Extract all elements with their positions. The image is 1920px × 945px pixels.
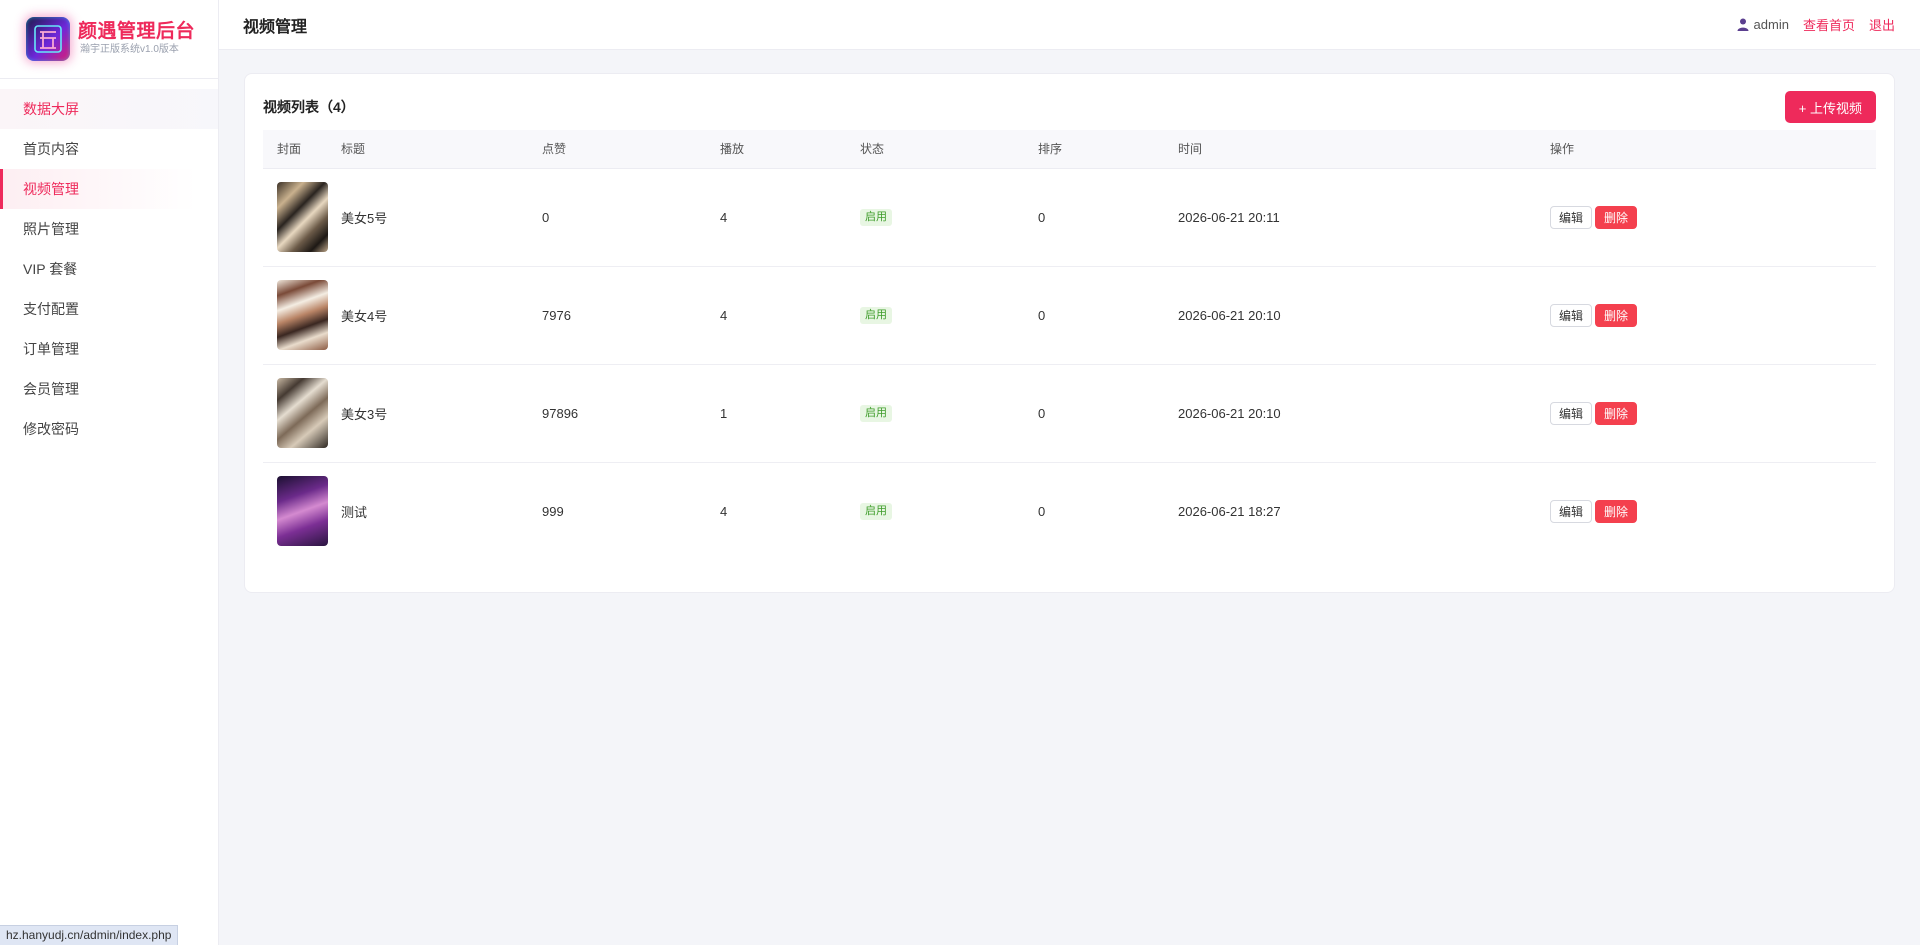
sidebar-item-orders[interactable]: 订单管理 <box>0 329 218 369</box>
video-cover-thumbnail[interactable] <box>277 280 328 350</box>
col-actions: 操作 <box>1550 130 1876 169</box>
sidebar-item-change-password[interactable]: 修改密码 <box>0 409 218 449</box>
col-time: 时间 <box>1178 130 1550 169</box>
table-row: 美女3号 97896 1 启用 0 2026-06-21 20:10 编辑 删除 <box>263 364 1876 463</box>
sidebar-item-videos[interactable]: 视频管理 <box>0 169 218 209</box>
status-badge: 启用 <box>860 307 892 324</box>
user-icon <box>1737 18 1749 31</box>
sidebar: 颜遇管理后台 瀚宇正版系统v1.0版本 数据大屏 首页内容 视频管理 照片管理 … <box>0 0 219 945</box>
video-time: 2026-06-21 20:10 <box>1178 266 1550 365</box>
video-sort: 0 <box>1038 503 1046 519</box>
username: admin <box>1753 17 1789 32</box>
main-area: 视频管理 admin 查看首页 退出 视频列表（4） + 上传视频 封面 标题 … <box>219 0 1920 945</box>
topbar-actions: admin 查看首页 退出 <box>1737 15 1895 34</box>
delete-button[interactable]: 删除 <box>1595 205 1638 229</box>
video-title: 美女5号 <box>341 168 542 267</box>
video-time: 2026-06-21 20:10 <box>1178 364 1550 463</box>
topbar: 视频管理 admin 查看首页 退出 <box>219 0 1920 50</box>
delete-button[interactable]: 删除 <box>1595 401 1638 425</box>
table-body: 美女5号 0 4 启用 0 2026-06-21 20:11 编辑 删除 美女4… <box>263 168 1876 560</box>
card-header: 视频列表（4） + 上传视频 <box>263 90 1876 124</box>
edit-button[interactable]: 编辑 <box>1550 401 1593 425</box>
video-title: 美女3号 <box>341 364 542 463</box>
brand-subtitle: 瀚宇正版系统v1.0版本 <box>80 44 179 55</box>
app-root: 颜遇管理后台 瀚宇正版系统v1.0版本 数据大屏 首页内容 视频管理 照片管理 … <box>0 0 1920 945</box>
video-plays: 4 <box>720 266 860 365</box>
video-plays: 1 <box>720 364 860 463</box>
sidebar-item-home-content[interactable]: 首页内容 <box>0 129 218 169</box>
video-sort: 0 <box>1038 266 1178 365</box>
status-badge: 启用 <box>860 503 892 521</box>
video-plays: 4 <box>720 168 860 267</box>
col-plays: 播放 <box>720 130 860 169</box>
video-time: 2026-06-21 18:27 <box>1178 503 1281 519</box>
table-row: 美女5号 0 4 启用 0 2026-06-21 20:11 编辑 删除 <box>263 168 1876 267</box>
table-row: 美女4号 7976 4 启用 0 2026-06-21 20:10 编辑 删除 <box>263 266 1876 365</box>
table-header: 封面 标题 点赞 播放 状态 排序 时间 操作 <box>263 130 1876 169</box>
edit-button[interactable]: 编辑 <box>1550 499 1593 523</box>
sidebar-item-payment-config[interactable]: 支付配置 <box>0 289 218 329</box>
status-badge: 启用 <box>860 405 892 422</box>
video-cover-thumbnail[interactable] <box>277 182 328 252</box>
video-table: 封面 标题 点赞 播放 状态 排序 时间 操作 美女5号 0 4 启用 0 20… <box>263 130 1876 560</box>
video-title: 测试 <box>341 504 368 520</box>
col-sort: 排序 <box>1038 130 1178 169</box>
video-likes: 999 <box>542 503 564 519</box>
sidebar-item-dashboard[interactable]: 数据大屏 <box>0 89 218 129</box>
video-time: 2026-06-21 20:11 <box>1178 168 1550 267</box>
edit-button[interactable]: 编辑 <box>1550 303 1593 327</box>
video-sort: 0 <box>1038 364 1178 463</box>
sidebar-item-photos[interactable]: 照片管理 <box>0 209 218 249</box>
video-cover-thumbnail[interactable] <box>277 378 328 448</box>
sidebar-item-members[interactable]: 会员管理 <box>0 369 218 409</box>
view-home-link[interactable]: 查看首页 <box>1803 15 1855 34</box>
video-list-title: 视频列表（4） <box>263 99 355 115</box>
col-title: 标题 <box>341 130 542 169</box>
logout-link[interactable]: 退出 <box>1869 15 1895 34</box>
col-status: 状态 <box>860 130 1038 169</box>
page-title: 视频管理 <box>243 18 308 36</box>
delete-button[interactable]: 删除 <box>1595 303 1638 327</box>
edit-button[interactable]: 编辑 <box>1550 205 1593 229</box>
brand-logo-icon <box>26 17 70 61</box>
brand-title: 颜遇管理后台 <box>78 21 196 42</box>
content: 视频列表（4） + 上传视频 封面 标题 点赞 播放 状态 排序 时间 操作 美… <box>219 50 1920 593</box>
upload-video-button[interactable]: + 上传视频 <box>1784 91 1876 123</box>
table-row: 测试 999 4 启用 0 2026-06-21 18:27 编辑 删除 <box>263 462 1876 560</box>
video-likes: 97896 <box>542 364 720 463</box>
brand: 颜遇管理后台 瀚宇正版系统v1.0版本 <box>0 0 218 79</box>
video-plays: 4 <box>720 503 728 519</box>
video-likes: 7976 <box>542 266 720 365</box>
video-title: 美女4号 <box>341 266 542 365</box>
col-likes: 点赞 <box>542 130 720 169</box>
video-likes: 0 <box>542 168 720 267</box>
video-sort: 0 <box>1038 168 1178 267</box>
col-cover: 封面 <box>263 130 341 169</box>
delete-button[interactable]: 删除 <box>1595 499 1638 523</box>
user-info: admin <box>1737 17 1789 32</box>
sidebar-item-vip-plans[interactable]: VIP 套餐 <box>0 249 218 289</box>
brand-text: 颜遇管理后台 瀚宇正版系统v1.0版本 <box>78 21 195 57</box>
status-badge: 启用 <box>860 209 892 226</box>
video-cover-thumbnail[interactable] <box>277 476 328 547</box>
browser-status-url: hz.hanyudj.cn/admin/index.php <box>0 925 179 945</box>
video-list-card: 视频列表（4） + 上传视频 封面 标题 点赞 播放 状态 排序 时间 操作 美… <box>244 73 1895 593</box>
sidebar-nav: 数据大屏 首页内容 视频管理 照片管理 VIP 套餐 支付配置 订单管理 会员管… <box>0 79 218 449</box>
